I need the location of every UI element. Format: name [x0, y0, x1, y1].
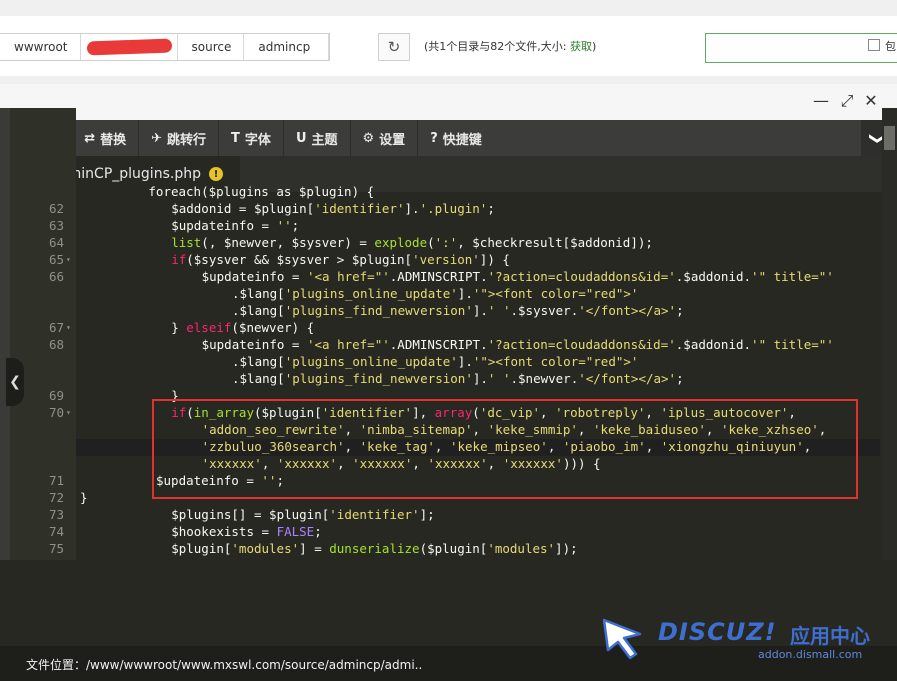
file-path-status: 文件位置：/www/wwwroot/www.mxswl.com/source/a…: [26, 658, 423, 672]
redaction-mark: [86, 38, 172, 56]
code-line: $updateinfo = '<a href="'.ADMINSCRIPT.'?…: [201, 337, 834, 352]
line-number: 64: [48, 235, 64, 250]
refresh-button[interactable]: ↻: [378, 33, 410, 61]
code-line: 'xxxxxx', 'xxxxxx', 'xxxxxx', 'xxxxxx', …: [201, 456, 601, 471]
code-line: .$lang['plugins_find_newversion'].' '.$n…: [232, 371, 684, 386]
line-number: 71: [48, 473, 64, 488]
watermark-url: addon.dismall.com: [758, 648, 863, 661]
breadcrumb-item-redacted[interactable]: a: [81, 34, 178, 60]
code-line: list(, $newver, $sysver) = explode(':', …: [171, 235, 653, 250]
line-number: 66: [48, 269, 64, 284]
code-line: $addonid = $plugin['identifier'].'.plugi…: [171, 201, 495, 216]
vertical-scrollbar[interactable]: [882, 108, 897, 560]
fold-arrow-icon[interactable]: ▾: [66, 255, 71, 264]
code-line: if($sysver && $sysver > $plugin['version…: [171, 252, 510, 267]
fold-arrow-icon[interactable]: ▾: [66, 323, 71, 332]
line-number: 73: [48, 507, 64, 522]
code-line: $updateinfo = '';: [171, 218, 300, 233]
line-number: 67: [48, 320, 64, 335]
breadcrumb-item-admincp[interactable]: admincp: [244, 34, 330, 60]
line-number: 62: [48, 201, 64, 216]
code-line: $hookexists = FALSE;: [171, 524, 322, 539]
line-number: 76: [10, 558, 64, 560]
file-manager-bar: wwwroot a source admincp ↻ (共1个目录与82个文件,…: [0, 0, 897, 85]
discuz-watermark: DISCUZ! 应用中心 addon.dismall.com: [600, 614, 890, 664]
code-line: if(in_array($plugin['identifier'], array…: [171, 405, 796, 420]
watermark-brand: DISCUZ!: [658, 618, 777, 646]
code-line: }: [171, 388, 179, 403]
code-line: .$lang['plugins_online_update'].'"><font…: [232, 286, 639, 301]
chevron-left-icon: ❮: [9, 374, 21, 390]
cursor-arrow-icon: [602, 618, 642, 660]
breadcrumb-item-source[interactable]: source: [178, 34, 245, 60]
code-line: $updateinfo = '<a href="'.ADMINSCRIPT.'?…: [201, 269, 834, 284]
directory-summary: (共1个目录与82个文件,大小: 获取): [424, 40, 597, 53]
code-line: $submenuitem = array();: [171, 558, 344, 560]
scrollbar-thumb[interactable]: [884, 126, 895, 150]
code-line: }: [80, 490, 88, 505]
code-line: $plugin['modules'] = dunserialize($plugi…: [171, 541, 578, 556]
code-line: .$lang['plugins_find_newversion'].' '.$s…: [232, 303, 684, 318]
refresh-icon: ↻: [387, 38, 401, 56]
code-line: 'zzbuluo_360search', 'keke_tag', 'keke_m…: [201, 439, 812, 454]
breadcrumb: wwwroot a source admincp: [0, 33, 331, 61]
include-subdir-checkbox[interactable]: [868, 39, 880, 51]
code-line: foreach($plugins as $plugin) {: [148, 184, 375, 199]
line-number: 65: [48, 252, 64, 267]
line-number: 74: [48, 524, 64, 539]
fold-arrow-icon[interactable]: ▾: [66, 408, 71, 417]
code-editor[interactable]: foreach($plugins as $plugin) { 62 $addonid…: [0, 102, 880, 560]
code-line: .$lang['plugins_online_update'].'"><font…: [232, 354, 639, 369]
line-number: 68: [48, 337, 64, 352]
breadcrumb-item-wwwroot[interactable]: wwwroot: [0, 34, 81, 60]
line-number: 63: [48, 218, 64, 233]
code-line: } elseif($newver) {: [171, 320, 315, 335]
watermark-cn: 应用中心: [790, 624, 870, 648]
side-panel-toggle[interactable]: ❮: [6, 358, 24, 406]
line-number: 72: [48, 490, 64, 505]
code-line: $plugins[] = $plugin['identifier'];: [171, 507, 435, 522]
get-size-link[interactable]: 获取: [570, 40, 592, 53]
checkbox-label: 包: [885, 40, 896, 53]
code-line: $updateinfo = '';: [156, 473, 284, 488]
line-number: 75: [48, 541, 64, 556]
line-number: 70: [48, 405, 64, 420]
code-line: 'addon_seo_rewrite', 'nimba_sitemap', 'k…: [201, 422, 827, 437]
